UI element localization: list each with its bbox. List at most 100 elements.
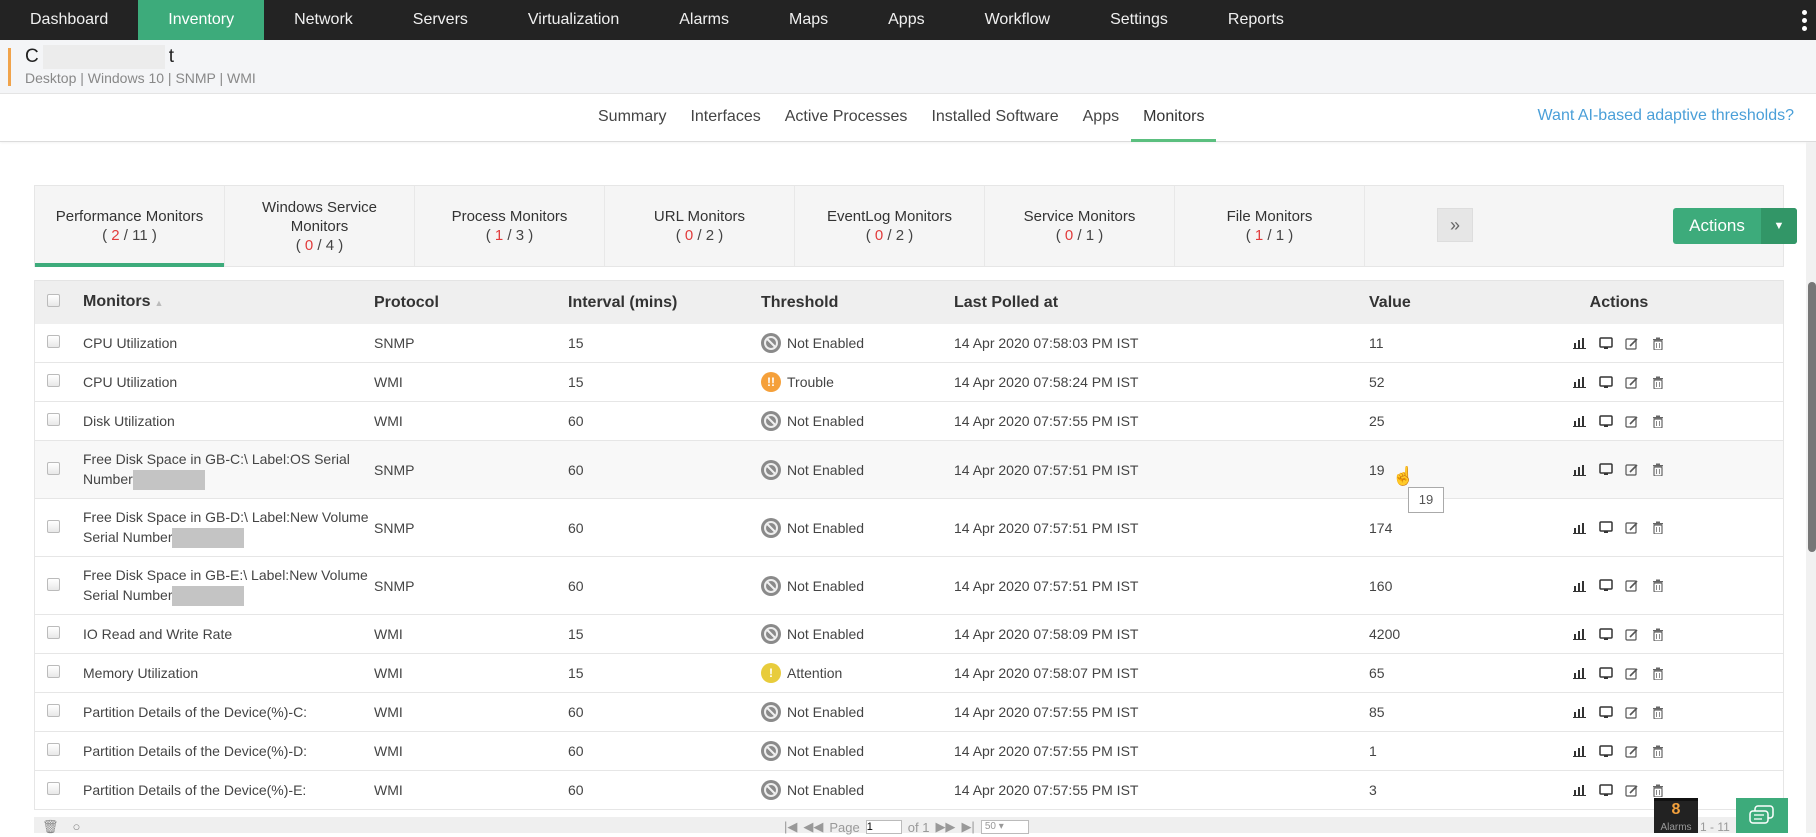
monitor-tab-windows-service-monitors[interactable]: Windows Service Monitors( 0 / 4 ) xyxy=(225,186,415,266)
edit-icon[interactable] xyxy=(1624,666,1640,680)
monitor-icon[interactable] xyxy=(1598,627,1614,641)
monitor-name[interactable]: CPU Utilization xyxy=(83,335,177,351)
scrollbar-thumb[interactable] xyxy=(1808,282,1816,552)
monitor-icon[interactable] xyxy=(1598,414,1614,428)
subtab-apps[interactable]: Apps xyxy=(1071,94,1131,142)
subtab-interfaces[interactable]: Interfaces xyxy=(678,94,772,142)
topnav-workflow[interactable]: Workflow xyxy=(955,0,1081,40)
edit-icon[interactable] xyxy=(1624,336,1640,350)
bar-chart-icon[interactable] xyxy=(1572,579,1588,593)
topnav-reports[interactable]: Reports xyxy=(1198,0,1314,40)
ai-thresholds-link[interactable]: Want AI-based adaptive thresholds? xyxy=(1538,107,1794,125)
monitor-name[interactable]: Partition Details of the Device(%)-D: xyxy=(83,743,307,759)
table-row[interactable]: Partition Details of the Device(%)-D: WMI… xyxy=(35,732,1783,771)
monitor-icon[interactable] xyxy=(1598,744,1614,758)
row-checkbox[interactable] xyxy=(47,335,60,348)
monitor-icon[interactable] xyxy=(1598,783,1614,797)
row-checkbox[interactable] xyxy=(47,519,60,533)
subtab-active-processes[interactable]: Active Processes xyxy=(773,94,920,142)
alarms-badge[interactable]: 8 Alarms xyxy=(1654,798,1698,833)
trash-icon[interactable] xyxy=(1650,336,1666,350)
subtab-monitors[interactable]: Monitors xyxy=(1131,94,1217,142)
table-row[interactable]: Memory Utilization WMI 15! Attention 14 Apr … xyxy=(35,654,1783,693)
table-row[interactable]: CPU Utilization WMI 15!! Trouble 14 Apr 2020… xyxy=(35,363,1783,402)
monitor-icon[interactable] xyxy=(1598,336,1614,350)
actions-button[interactable]: Actions ▼ xyxy=(1673,208,1797,244)
monitor-name[interactable]: Free Disk Space in GB-C:\ Label:OS Seria… xyxy=(83,451,350,487)
edit-icon[interactable] xyxy=(1624,627,1640,641)
edit-icon[interactable] xyxy=(1624,783,1640,797)
trash-icon[interactable] xyxy=(1650,783,1666,797)
row-checkbox[interactable] xyxy=(47,665,60,678)
topnav-dashboard[interactable]: Dashboard xyxy=(0,0,138,40)
bar-chart-icon[interactable] xyxy=(1572,783,1588,797)
table-row[interactable]: Disk Utilization WMI 60 Not Enabled 14 Apr 2… xyxy=(35,402,1783,441)
monitor-name[interactable]: Partition Details of the Device(%)-E: xyxy=(83,782,306,798)
trash-icon[interactable] xyxy=(1650,375,1666,389)
row-checkbox[interactable] xyxy=(47,413,60,426)
monitor-tab-eventlog-monitors[interactable]: EventLog Monitors ( 0 / 2 ) xyxy=(795,186,985,266)
monitor-name[interactable]: CPU Utilization xyxy=(83,374,177,390)
subtab-summary[interactable]: Summary xyxy=(586,94,678,142)
bar-chart-icon[interactable] xyxy=(1572,336,1588,350)
edit-icon[interactable] xyxy=(1624,744,1640,758)
monitor-tab-url-monitors[interactable]: URL Monitors ( 0 / 2 ) xyxy=(605,186,795,266)
row-checkbox[interactable] xyxy=(47,782,60,795)
col-header-value[interactable]: Value xyxy=(1369,294,1519,312)
row-checkbox[interactable] xyxy=(47,626,60,639)
select-all-checkbox[interactable] xyxy=(47,293,60,307)
more-tabs-button[interactable]: » xyxy=(1437,208,1473,242)
col-header-monitors[interactable]: Monitors ▲ xyxy=(83,292,374,313)
trash-icon[interactable] xyxy=(1650,521,1666,535)
monitor-icon[interactable] xyxy=(1598,521,1614,535)
table-row[interactable]: Partition Details of the Device(%)-C: WMI… xyxy=(35,693,1783,732)
trash-icon[interactable] xyxy=(1650,463,1666,477)
trash-icon[interactable] xyxy=(1650,627,1666,641)
monitor-icon[interactable] xyxy=(1598,579,1614,593)
monitor-tab-performance-monitors[interactable]: Performance Monitors ( 2 / 11 ) xyxy=(35,186,225,267)
edit-icon[interactable] xyxy=(1624,414,1640,428)
row-checkbox[interactable] xyxy=(47,743,60,756)
topnav-servers[interactable]: Servers xyxy=(383,0,498,40)
edit-icon[interactable] xyxy=(1624,579,1640,593)
per-page-select[interactable]: 50 ▾ xyxy=(980,820,1029,834)
trash-icon[interactable] xyxy=(1650,744,1666,758)
col-header-interval[interactable]: Interval (mins) xyxy=(568,294,761,312)
col-header-threshold[interactable]: Threshold xyxy=(761,294,954,312)
monitor-tab-process-monitors[interactable]: Process Monitors ( 1 / 3 ) xyxy=(415,186,605,266)
table-row[interactable]: Partition Details of the Device(%)-E: WMI… xyxy=(35,771,1783,810)
table-row[interactable]: Free Disk Space in GB-E:\ Label:New Volu… xyxy=(35,557,1783,615)
bar-chart-icon[interactable] xyxy=(1572,705,1588,719)
monitor-tab-file-monitors[interactable]: File Monitors ( 1 / 1 ) xyxy=(1175,186,1365,266)
trash-icon[interactable] xyxy=(1650,705,1666,719)
table-row[interactable]: Free Disk Space in GB-C:\ Label:OS Seria… xyxy=(35,441,1783,499)
row-checkbox[interactable] xyxy=(47,577,60,591)
table-row[interactable]: IO Read and Write Rate WMI 15 Not Enabled 14… xyxy=(35,615,1783,654)
edit-icon[interactable] xyxy=(1624,375,1640,389)
trash-icon[interactable] xyxy=(1650,414,1666,428)
actions-dropdown-toggle[interactable]: ▼ xyxy=(1761,208,1797,244)
bar-chart-icon[interactable] xyxy=(1572,521,1588,535)
edit-icon[interactable] xyxy=(1624,463,1640,477)
monitor-tab-service-monitors[interactable]: Service Monitors ( 0 / 1 ) xyxy=(985,186,1175,266)
col-header-last-polled[interactable]: Last Polled at xyxy=(954,294,1369,312)
bar-chart-icon[interactable] xyxy=(1572,666,1588,680)
topnav-apps[interactable]: Apps xyxy=(858,0,954,40)
topnav-network[interactable]: Network xyxy=(264,0,383,40)
page-input[interactable] xyxy=(865,820,902,834)
topnav-maps[interactable]: Maps xyxy=(759,0,858,40)
edit-icon[interactable] xyxy=(1624,521,1640,535)
monitor-name[interactable]: Partition Details of the Device(%)-C: xyxy=(83,704,307,720)
row-checkbox[interactable] xyxy=(47,704,60,717)
subtab-installed-software[interactable]: Installed Software xyxy=(919,94,1070,142)
monitor-name[interactable]: Memory Utilization xyxy=(83,665,198,681)
topnav-inventory[interactable]: Inventory xyxy=(138,0,265,40)
monitor-name[interactable]: IO Read and Write Rate xyxy=(83,626,232,642)
bar-chart-icon[interactable] xyxy=(1572,744,1588,758)
bar-chart-icon[interactable] xyxy=(1572,463,1588,477)
monitor-icon[interactable] xyxy=(1598,463,1614,477)
table-row[interactable]: CPU Utilization SNMP 15 Not Enabled 14 Apr 2… xyxy=(35,324,1783,363)
bar-chart-icon[interactable] xyxy=(1572,627,1588,641)
monitor-icon[interactable] xyxy=(1598,666,1614,680)
topnav-settings[interactable]: Settings xyxy=(1080,0,1198,40)
